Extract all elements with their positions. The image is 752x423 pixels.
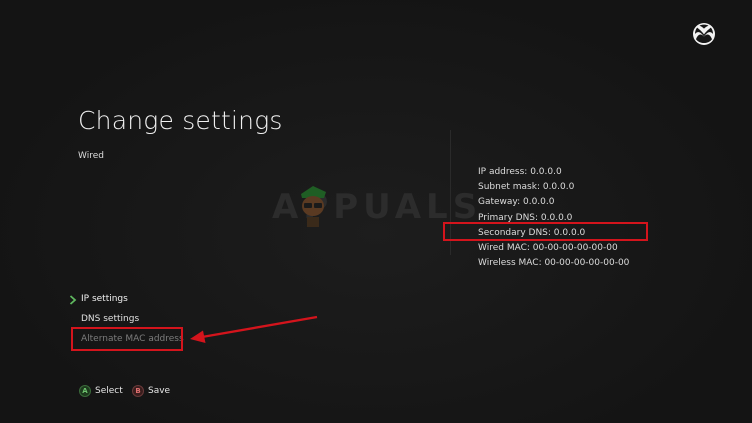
page-title: Change settings: [78, 106, 283, 135]
ip-address-text: IP address: 0.0.0.0: [478, 167, 562, 177]
red-arrow-icon: [190, 315, 318, 343]
alternate-mac-highlight: [71, 327, 183, 351]
wireless-mac-text: Wireless MAC: 00-00-00-00-00-00: [478, 258, 630, 269]
settings-screen: Change settings Wired APPUALS IP address…: [0, 0, 752, 423]
menu-item-ip-settings[interactable]: IP settings: [69, 294, 128, 305]
xbox-logo-icon: [693, 23, 715, 45]
b-button-icon: B: [132, 385, 144, 397]
network-info-panel: IP address: 0.0.0.0 Subnet mask: 0.0.0.0…: [478, 165, 629, 271]
gateway-text: Gateway: 0.0.0.0: [478, 197, 555, 208]
save-label: Save: [148, 386, 171, 396]
save-button[interactable]: B Save: [132, 385, 170, 397]
watermark-mascot-icon: [301, 186, 326, 227]
connection-type-label: Wired: [78, 151, 104, 161]
select-label: Select: [95, 386, 123, 396]
wired-mac-highlight: [443, 222, 648, 241]
wired-mac-text: Wired MAC: 00-00-00-00-00-00: [478, 242, 618, 253]
menu-item-label: IP settings: [81, 294, 128, 304]
select-button[interactable]: A Select: [79, 385, 123, 397]
menu-item-dns-settings[interactable]: DNS settings: [81, 314, 139, 324]
menu-item-label: DNS settings: [81, 314, 140, 324]
chevron-right-icon: [69, 295, 77, 305]
a-button-icon: A: [79, 385, 91, 397]
subnet-mask-text: Subnet mask: 0.0.0.0: [478, 182, 575, 193]
